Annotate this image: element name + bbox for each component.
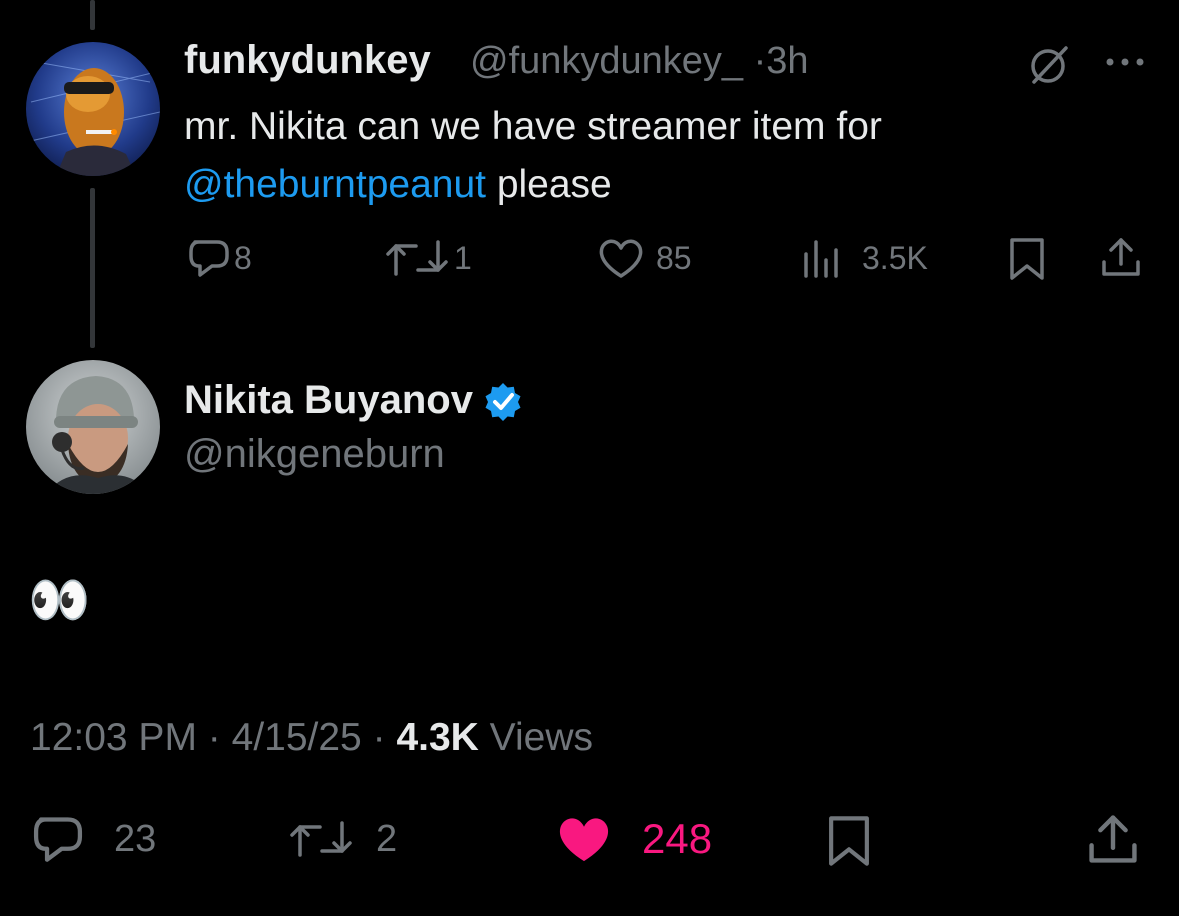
repost-action-1[interactable]: 1 — [382, 236, 472, 280]
bookmark-icon — [829, 816, 869, 866]
main-author-name[interactable]: Nikita Buyanov — [184, 378, 473, 423]
repost-icon — [290, 821, 352, 857]
repost-count-main: 2 — [376, 817, 398, 860]
repost-icon — [386, 240, 448, 276]
main-tweet-text: 👀 — [28, 572, 91, 628]
main-date[interactable]: 4/15/25 — [232, 716, 362, 759]
grok-icon — [1031, 46, 1068, 84]
bookmark-action-1[interactable] — [1006, 236, 1048, 282]
avatar-nikita-buyanov[interactable] — [26, 360, 160, 494]
verified-badge-icon[interactable] — [483, 381, 523, 421]
share-action-1[interactable] — [1098, 234, 1144, 280]
main-tweet-meta: 12:03 PM · 4/15/25 · 4.3K Views — [30, 716, 593, 760]
reply-count-main: 23 — [114, 817, 157, 860]
separator-dot: · — [753, 40, 767, 82]
more-options-button[interactable] — [1104, 52, 1148, 77]
like-icon — [599, 239, 643, 278]
like-count-main: 248 — [642, 815, 713, 862]
grok-button[interactable] — [1026, 42, 1072, 93]
views-label: Views — [489, 716, 593, 759]
repost-count-1: 1 — [454, 239, 472, 276]
repost-action-main[interactable]: 2 — [286, 812, 397, 866]
avatar-funkydunkey[interactable] — [26, 42, 160, 176]
views-count-main[interactable]: 4.3K — [396, 716, 478, 759]
meta-dot-2: · — [372, 716, 386, 759]
reply-icon — [33, 817, 83, 862]
share-icon — [1102, 238, 1140, 276]
views-icon — [804, 240, 838, 278]
reply-timestamp[interactable]: 3h — [766, 40, 808, 82]
like-count-1: 85 — [656, 239, 692, 276]
main-author-handle[interactable]: @nikgeneburn — [184, 432, 445, 477]
main-author-row: Nikita Buyanov — [184, 378, 523, 423]
reply-text-line2: @theburntpeanut please — [184, 156, 882, 214]
meta-dot-1: · — [207, 716, 221, 759]
reply-text-line1: mr. Nikita can we have streamer item for — [184, 105, 882, 148]
more-icon — [1106, 58, 1144, 66]
reply-author-handle[interactable]: @funkydunkey_ — [470, 40, 743, 82]
like-action-main[interactable]: 248 — [552, 812, 712, 866]
reply-text-tail: please — [485, 163, 612, 206]
reply-tweet-text: mr. Nikita can we have streamer item for… — [184, 98, 882, 214]
reply-author-meta: @funkydunkey_ ·3h — [470, 40, 809, 83]
main-timestamp[interactable]: 12:03 PM — [30, 716, 197, 759]
views-count-1: 3.5K — [862, 239, 928, 276]
bookmark-icon — [1010, 238, 1044, 280]
bookmark-action-main[interactable] — [824, 812, 874, 870]
thread-line-top — [90, 0, 95, 30]
reply-icon — [189, 240, 229, 277]
reply-action-1[interactable]: 8 — [186, 236, 252, 280]
reply-author-name[interactable]: funkydunkey — [184, 38, 431, 83]
reply-count-1: 8 — [234, 239, 252, 276]
like-action-1[interactable]: 85 — [596, 236, 692, 280]
reply-action-main[interactable]: 23 — [30, 812, 156, 866]
like-icon — [559, 818, 609, 862]
share-icon — [1089, 815, 1137, 863]
views-action-1[interactable]: 3.5K — [800, 236, 928, 280]
mention-link[interactable]: @theburntpeanut — [184, 163, 486, 206]
share-action-main[interactable] — [1084, 810, 1142, 868]
thread-connector-line — [90, 188, 95, 348]
